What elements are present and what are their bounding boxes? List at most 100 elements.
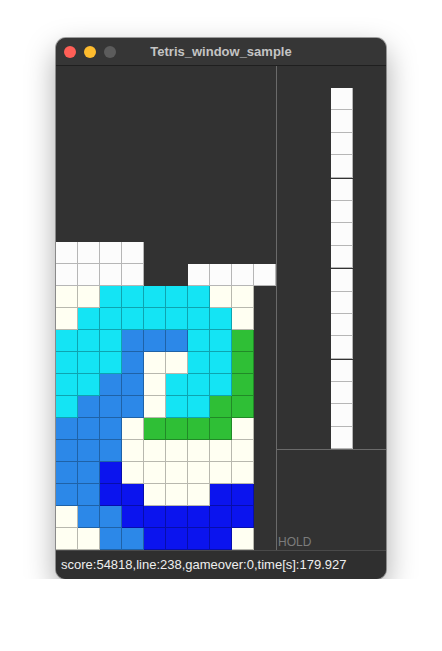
board-cell xyxy=(166,88,188,110)
board-cell xyxy=(232,110,254,132)
board-cell xyxy=(232,220,254,242)
board-cell xyxy=(188,484,210,506)
board-cell xyxy=(78,264,100,286)
board-cell xyxy=(78,440,100,462)
next-piece xyxy=(331,179,353,270)
board-cell xyxy=(122,330,144,352)
board-cell xyxy=(100,242,122,264)
board-cell xyxy=(166,154,188,176)
board-cell xyxy=(144,528,166,550)
minimize-button-icon[interactable] xyxy=(84,46,96,58)
board-cell xyxy=(100,88,122,110)
board-cell xyxy=(56,462,78,484)
title-bar: Tetris_window_sample xyxy=(56,38,386,66)
board-cell xyxy=(210,462,232,484)
board-cell xyxy=(122,132,144,154)
board-cell xyxy=(144,110,166,132)
next-cell xyxy=(331,292,353,314)
board-cell xyxy=(254,418,276,440)
board-cell xyxy=(144,88,166,110)
board-cell xyxy=(254,220,276,242)
next-cell xyxy=(331,110,353,132)
hold-label: HOLD xyxy=(277,536,386,550)
board-cell xyxy=(188,418,210,440)
board-cell xyxy=(254,132,276,154)
board-cell xyxy=(254,528,276,550)
board-cell xyxy=(188,242,210,264)
board-cell xyxy=(254,506,276,528)
board-cell xyxy=(122,66,144,88)
board-cell xyxy=(188,528,210,550)
board-cell xyxy=(254,264,276,286)
board-cell xyxy=(166,264,188,286)
board-cell xyxy=(78,308,100,330)
board-cell xyxy=(210,88,232,110)
board-cell xyxy=(232,396,254,418)
side-panel: HOLD xyxy=(276,66,386,550)
board-cell xyxy=(122,110,144,132)
board-cell xyxy=(144,264,166,286)
board-cell xyxy=(100,286,122,308)
board-cell xyxy=(122,264,144,286)
board-cell xyxy=(78,352,100,374)
board-cell xyxy=(122,396,144,418)
board-cell xyxy=(78,110,100,132)
board-cell xyxy=(144,308,166,330)
board-cell xyxy=(144,154,166,176)
board-cell xyxy=(144,374,166,396)
board-cell xyxy=(188,286,210,308)
board-cell xyxy=(166,308,188,330)
window-controls xyxy=(64,46,116,58)
next-cell xyxy=(331,314,353,336)
board-cell xyxy=(166,484,188,506)
board-cell xyxy=(78,286,100,308)
board-cell xyxy=(166,198,188,220)
board-cell xyxy=(122,440,144,462)
board-cell xyxy=(100,198,122,220)
close-button-icon[interactable] xyxy=(64,46,76,58)
board-cell xyxy=(56,330,78,352)
board-cell xyxy=(232,528,254,550)
board-cell xyxy=(122,286,144,308)
board-cell xyxy=(210,506,232,528)
board-cell xyxy=(144,66,166,88)
board-cell xyxy=(188,308,210,330)
board-cell xyxy=(144,242,166,264)
board-cell xyxy=(78,132,100,154)
board-cell xyxy=(188,176,210,198)
board-cell xyxy=(56,440,78,462)
zoom-button-icon[interactable] xyxy=(104,46,116,58)
board-cell xyxy=(56,528,78,550)
board-cell xyxy=(188,330,210,352)
board-cell xyxy=(166,176,188,198)
board-cell xyxy=(232,374,254,396)
board-cell xyxy=(100,484,122,506)
board-cell xyxy=(210,374,232,396)
next-piece xyxy=(331,360,353,451)
board-cell xyxy=(188,88,210,110)
board-cell xyxy=(166,418,188,440)
board-cell xyxy=(254,286,276,308)
board-cell xyxy=(56,132,78,154)
board-cell xyxy=(210,352,232,374)
board-cell xyxy=(100,132,122,154)
board-cell xyxy=(78,374,100,396)
board-cell xyxy=(56,286,78,308)
board-cell xyxy=(144,418,166,440)
board-cell xyxy=(56,506,78,528)
board-cell xyxy=(144,484,166,506)
board-cell xyxy=(78,528,100,550)
board-cell xyxy=(100,462,122,484)
board-cell xyxy=(122,462,144,484)
next-piece xyxy=(331,88,353,179)
next-cell xyxy=(331,223,353,245)
board-cell xyxy=(232,506,254,528)
board-cell xyxy=(56,308,78,330)
board-cell xyxy=(166,242,188,264)
board-cell xyxy=(56,220,78,242)
board-cell xyxy=(254,330,276,352)
board-cell xyxy=(188,352,210,374)
board-cell xyxy=(232,440,254,462)
board-cell xyxy=(100,154,122,176)
board-cell xyxy=(78,484,100,506)
